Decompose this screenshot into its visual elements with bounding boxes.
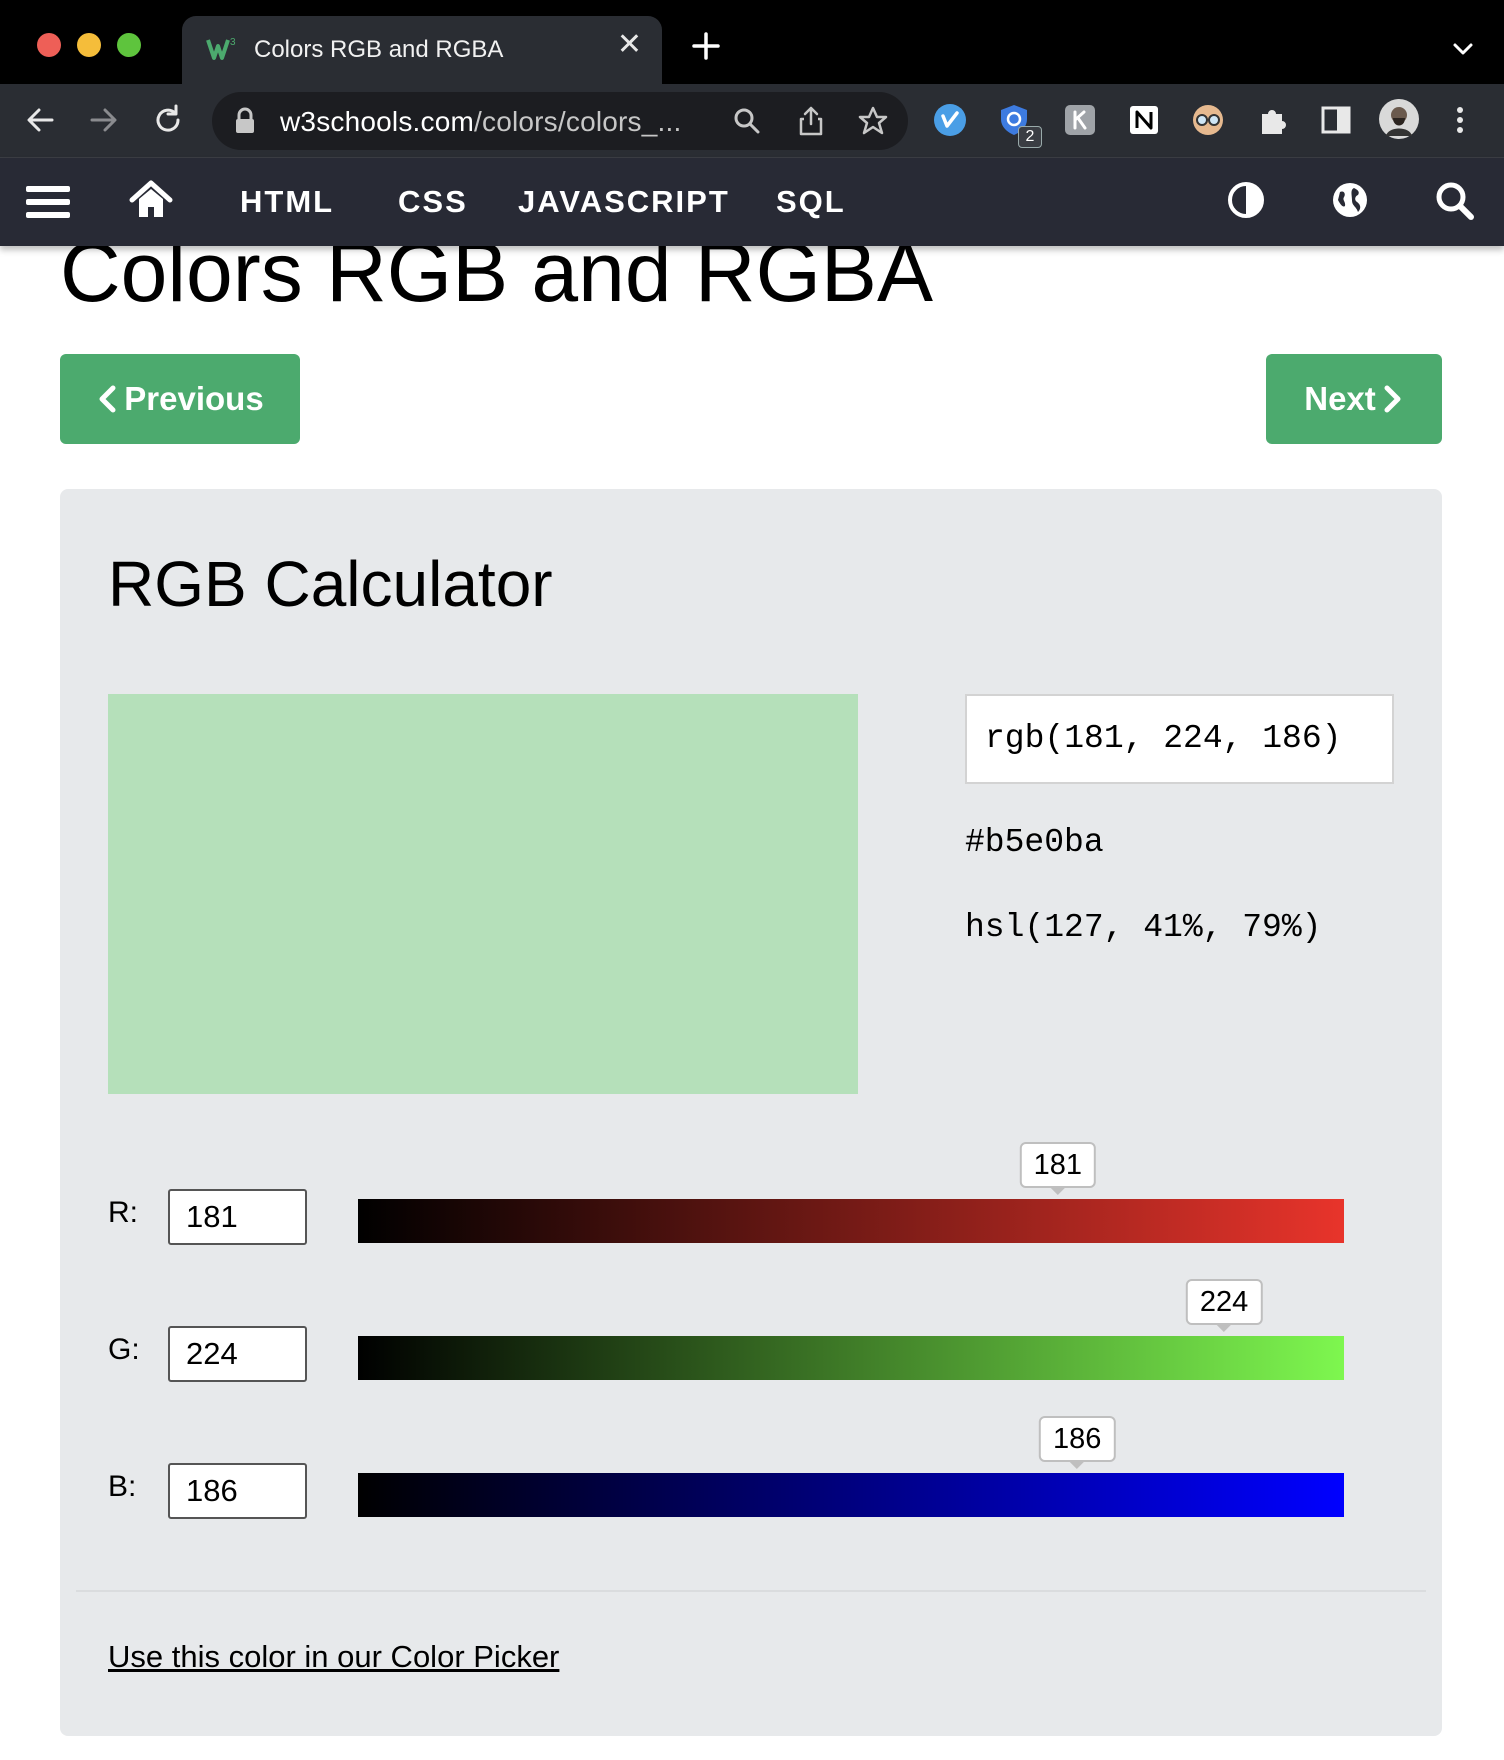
hsl-value-text: hsl(127, 41%, 79%) [965,909,1322,946]
browser-menu-kebab-icon[interactable] [1446,102,1474,138]
search-page-icon[interactable] [730,104,764,138]
green-slider[interactable] [358,1336,1344,1380]
globe-icon[interactable] [1330,180,1370,220]
forward-arrow-icon[interactable] [86,102,122,138]
rgb-calculator-panel: RGB Calculator rgb(181, 224, 186) #b5e0b… [60,489,1442,1736]
color-preview-swatch [108,694,858,1094]
chevron-right-icon [1384,385,1401,413]
svg-text:3: 3 [230,37,236,48]
green-slider-handle-tooltip[interactable]: 224 [1185,1279,1263,1332]
tab-title: Colors RGB and RGBA [254,36,504,63]
nav-link-html[interactable]: HTML [240,184,334,220]
new-tab-icon[interactable] [688,28,724,64]
profile-avatar-icon[interactable] [1378,98,1420,140]
blue-channel-label: B: [108,1470,137,1503]
tab-close-icon[interactable]: ✕ [617,30,642,60]
chevron-left-icon [99,385,116,413]
search-icon[interactable] [1434,180,1476,222]
tab-search-chevron-icon[interactable] [1450,36,1476,62]
reload-icon[interactable] [150,102,186,138]
side-panel-icon[interactable] [1318,102,1354,138]
calculator-title: RGB Calculator [108,548,553,620]
dark-mode-toggle-icon[interactable] [1226,180,1266,220]
home-icon[interactable] [129,178,173,222]
hex-value-text: #b5e0ba [965,824,1104,861]
green-value-input[interactable]: 224 [168,1326,307,1382]
back-arrow-icon[interactable] [22,102,58,138]
window-zoom-button[interactable] [117,33,141,57]
next-button[interactable]: Next [1266,354,1442,444]
red-slider-handle-tooltip[interactable]: 181 [1019,1142,1097,1195]
previous-button[interactable]: Previous [60,354,300,444]
previous-button-label: Previous [124,380,264,417]
hamburger-menu-icon[interactable] [26,180,70,224]
window-close-button[interactable] [37,33,61,57]
red-value-input[interactable]: 181 [168,1189,307,1245]
browser-tab-active[interactable]: 3 Colors RGB and RGBA ✕ [182,16,662,84]
window-minimize-button[interactable] [77,33,101,57]
blue-slider[interactable] [358,1473,1344,1517]
keyboard-extension-icon[interactable] [1062,102,1098,138]
address-bar[interactable]: w3schools.com/colors/colors_... [212,92,908,150]
glasses-extension-icon[interactable] [1190,102,1226,138]
url-text[interactable]: w3schools.com/colors/colors_... [280,106,681,138]
bookmark-star-icon[interactable] [856,104,890,138]
section-divider [76,1590,1426,1592]
red-channel-label: R: [108,1196,138,1229]
nav-link-css[interactable]: CSS [398,184,468,220]
lock-icon[interactable] [232,106,258,136]
nav-link-javascript[interactable]: JAVASCRIPT [518,184,730,220]
green-channel-label: G: [108,1333,140,1366]
site-navbar: HTML CSS JAVASCRIPT SQL [0,158,1504,246]
blue-value-input[interactable]: 186 [168,1463,307,1519]
nav-link-sql[interactable]: SQL [776,184,846,220]
extensions-puzzle-icon[interactable] [1254,102,1290,138]
browser-tabstrip: 3 Colors RGB and RGBA ✕ [0,0,1504,84]
blue-slider-handle-tooltip[interactable]: 186 [1038,1416,1116,1469]
color-picker-link[interactable]: Use this color in our Color Picker [108,1639,559,1675]
next-button-label: Next [1304,380,1376,417]
red-slider[interactable] [358,1199,1344,1243]
rgb-value-field[interactable]: rgb(181, 224, 186) [965,694,1394,784]
extension-badge: 2 [1018,126,1042,148]
notion-extension-icon[interactable] [1126,102,1162,138]
w3schools-favicon-icon: 3 [206,37,236,60]
vimeo-extension-icon[interactable] [932,102,968,138]
share-icon[interactable] [794,104,828,138]
browser-toolbar: w3schools.com/colors/colors_... 2 [0,84,1504,158]
